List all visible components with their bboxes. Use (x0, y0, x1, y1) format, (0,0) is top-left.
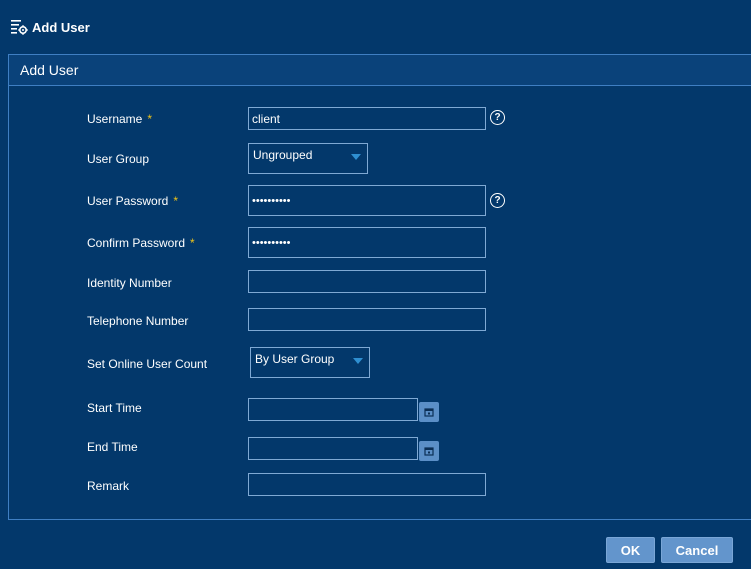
username-help-icon[interactable]: ? (490, 110, 505, 125)
identity-number-input[interactable] (248, 270, 486, 293)
online-user-count-label: Set Online User Count (87, 357, 208, 371)
username-input[interactable] (248, 107, 486, 130)
telephone-number-input[interactable] (248, 308, 486, 331)
required-marker: * (173, 194, 179, 208)
ok-button[interactable]: OK (606, 537, 655, 563)
start-time-calendar-icon[interactable] (419, 402, 439, 422)
chevron-down-icon (353, 358, 363, 364)
end-time-input[interactable] (248, 437, 418, 460)
user-password-input[interactable] (248, 185, 486, 216)
user-group-label: User Group (87, 152, 150, 166)
online-user-count-value: By User Group (255, 352, 335, 366)
username-label: Username * (87, 112, 153, 126)
panel-title: Add User (9, 55, 751, 86)
remark-input[interactable] (248, 473, 486, 496)
add-user-panel: Add User Username* ? User Group Ungroupe… (8, 54, 751, 520)
telephone-number-label: Telephone Number (87, 314, 189, 328)
user-password-label: User Password * (87, 194, 179, 208)
required-marker: * (147, 112, 153, 126)
cancel-button[interactable]: Cancel (661, 537, 733, 563)
online-user-count-select[interactable]: By User Group (250, 347, 370, 378)
end-time-label: End Time (87, 440, 138, 454)
user-group-value: Ungrouped (253, 148, 313, 162)
required-marker: * (190, 236, 195, 250)
remark-label: Remark (87, 479, 130, 493)
chevron-down-icon (351, 154, 361, 160)
page-header: Add User (10, 16, 90, 38)
start-time-label: Start Time (87, 401, 142, 415)
end-time-calendar-icon[interactable] (419, 441, 439, 461)
confirm-password-input[interactable] (248, 227, 486, 258)
settings-list-icon (11, 20, 28, 35)
password-help-icon[interactable]: ? (490, 193, 505, 208)
confirm-password-label: Confirm Password * (87, 236, 195, 250)
identity-number-label: Identity Number (87, 276, 172, 290)
start-time-input[interactable] (248, 398, 418, 421)
user-group-select[interactable]: Ungrouped (248, 143, 368, 174)
page-title: Add User (32, 19, 90, 35)
